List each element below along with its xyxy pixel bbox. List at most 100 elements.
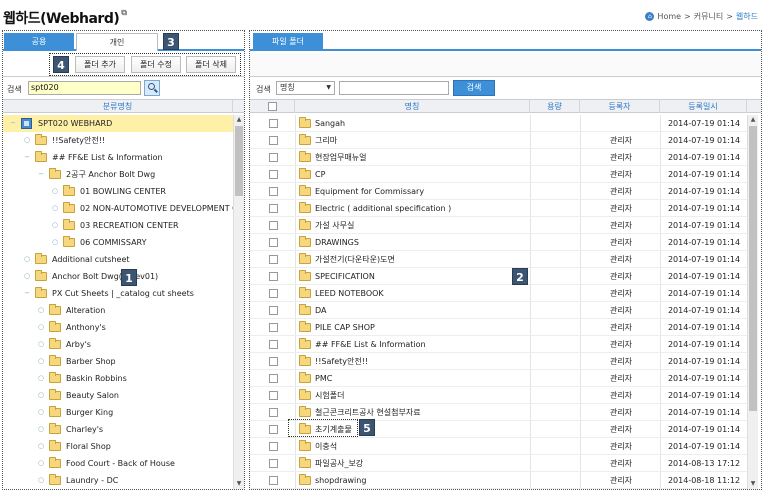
- scroll-down-icon[interactable]: ▼: [748, 479, 758, 489]
- tree-toggle-icon[interactable]: ○: [51, 234, 59, 251]
- file-row[interactable]: shopdrawing 관리자 2014-08-18 11:12: [250, 472, 747, 489]
- row-checkbox[interactable]: [269, 459, 278, 468]
- file-name[interactable]: shopdrawing: [315, 472, 366, 489]
- file-row[interactable]: 이충석 관리자 2014-07-19 01:14: [250, 438, 747, 455]
- scroll-up-icon[interactable]: ▲: [234, 115, 244, 125]
- row-checkbox[interactable]: [269, 306, 278, 315]
- file-name[interactable]: 가설 사무실: [315, 217, 354, 234]
- row-checkbox[interactable]: [269, 170, 278, 179]
- file-row[interactable]: !!Safety안전!! 관리자 2014-07-19 01:14: [250, 353, 747, 370]
- file-name[interactable]: Sangah: [315, 115, 345, 132]
- file-row[interactable]: LEED NOTEBOOK 관리자 2014-07-19 01:14: [250, 285, 747, 302]
- tree-toggle-icon[interactable]: ○: [23, 251, 31, 268]
- tree-toggle-icon[interactable]: ○: [23, 268, 31, 285]
- tree-item[interactable]: ○ Alteration: [3, 302, 233, 319]
- breadcrumb-community[interactable]: 커뮤니티: [694, 11, 723, 22]
- edit-folder-button[interactable]: 폴더 수정: [131, 56, 181, 73]
- file-row[interactable]: PMC 관리자 2014-07-19 01:14: [250, 370, 747, 387]
- file-row[interactable]: PILE CAP SHOP 관리자 2014-07-19 01:14: [250, 319, 747, 336]
- file-name[interactable]: ## FF&E List & Information: [315, 336, 426, 353]
- header-name[interactable]: 명칭: [295, 100, 530, 113]
- tree-item[interactable]: ○ Food Court - Back of House: [3, 455, 233, 472]
- tree-toggle-icon[interactable]: ○: [23, 132, 31, 149]
- file-row[interactable]: 그리마 관리자 2014-07-19 01:14: [250, 132, 747, 149]
- search-field-select[interactable]: 명칭 ▼: [276, 81, 335, 95]
- tree-toggle-icon[interactable]: ○: [37, 336, 45, 353]
- tree-toggle-icon[interactable]: ○: [51, 183, 59, 200]
- tree-toggle-icon[interactable]: ○: [51, 217, 59, 234]
- file-row[interactable]: DA 관리자 2014-07-19 01:14: [250, 302, 747, 319]
- row-checkbox[interactable]: [269, 238, 278, 247]
- tree-item[interactable]: ○ 03 RECREATION CENTER: [3, 217, 233, 234]
- file-row[interactable]: 현장업무매뉴얼 관리자 2014-07-19 01:14: [250, 149, 747, 166]
- file-name[interactable]: 이충석: [315, 438, 337, 455]
- tree-item[interactable]: ○ Anthony's: [3, 319, 233, 336]
- scroll-up-icon[interactable]: ▲: [748, 115, 758, 125]
- file-name[interactable]: Electric ( additional specification ): [315, 200, 451, 217]
- tree-item[interactable]: ○ Barber Shop: [3, 353, 233, 370]
- file-row[interactable]: Equipment for Commissary 관리자 2014-07-19 01…: [250, 183, 747, 200]
- file-name[interactable]: PILE CAP SHOP: [315, 319, 375, 336]
- tree-toggle-icon[interactable]: −: [23, 285, 31, 302]
- tree-toggle-icon[interactable]: −: [23, 149, 31, 166]
- tree-search-button[interactable]: [144, 80, 160, 96]
- tree-item[interactable]: − PX Cut Sheets | _catalog cut sheets: [3, 285, 233, 302]
- tree-header-name[interactable]: 분류명칭: [3, 100, 233, 113]
- tree-toggle-icon[interactable]: ○: [37, 302, 45, 319]
- tree-toggle-icon[interactable]: ○: [37, 319, 45, 336]
- tree-item[interactable]: ○ 02 NON-AUTOMOTIVE DEVELOPMENT C: [3, 200, 233, 217]
- file-search-input[interactable]: [339, 81, 449, 95]
- file-row[interactable]: Sangah 2014-07-19 01:14: [250, 115, 747, 132]
- home-icon[interactable]: ⌂: [645, 12, 655, 21]
- file-scrollbar[interactable]: ▲ ▼: [747, 115, 758, 489]
- file-row[interactable]: 파일공사_보강 관리자 2014-08-13 17:12: [250, 455, 747, 472]
- row-checkbox[interactable]: [269, 442, 278, 451]
- file-search-button[interactable]: 검색: [453, 80, 495, 96]
- header-size[interactable]: 용량: [530, 100, 580, 113]
- row-checkbox[interactable]: [269, 153, 278, 162]
- add-folder-button[interactable]: 폴더 추가: [75, 56, 125, 73]
- tree-root[interactable]: − SPT020 WEBHARD: [3, 115, 233, 132]
- row-checkbox[interactable]: [269, 374, 278, 383]
- tree-item[interactable]: ○ Arby's: [3, 336, 233, 353]
- tree-toggle-icon[interactable]: ○: [51, 200, 59, 217]
- file-name[interactable]: SPECIFICATION: [315, 268, 375, 285]
- file-row[interactable]: DRAWINGS 관리자 2014-07-19 01:14: [250, 234, 747, 251]
- tree-item[interactable]: ○ Floral Shop: [3, 438, 233, 455]
- header-date[interactable]: 등록일시: [660, 100, 747, 113]
- row-checkbox[interactable]: [269, 408, 278, 417]
- file-name[interactable]: 가설전기(다운타운)도면: [315, 251, 395, 268]
- row-checkbox[interactable]: [269, 221, 278, 230]
- row-checkbox[interactable]: [269, 119, 278, 128]
- tree-toggle-icon[interactable]: ○: [37, 353, 45, 370]
- tree-item[interactable]: − ## FF&E List & Information: [3, 149, 233, 166]
- file-name[interactable]: DRAWINGS: [315, 234, 359, 251]
- tree-toggle-icon[interactable]: ○: [37, 438, 45, 455]
- row-checkbox[interactable]: [269, 391, 278, 400]
- tree-toggle-icon[interactable]: −: [9, 115, 17, 132]
- tab-file-folder[interactable]: 파일 폴더: [253, 33, 323, 51]
- tree-item[interactable]: ○ !!Safety안전!!: [3, 132, 233, 149]
- row-checkbox[interactable]: [269, 204, 278, 213]
- file-name[interactable]: 그리마: [315, 132, 337, 149]
- select-all-checkbox[interactable]: [268, 102, 277, 111]
- file-name[interactable]: DA: [315, 302, 327, 319]
- tree-scrollbar[interactable]: ▲ ▼: [233, 115, 244, 489]
- row-checkbox[interactable]: [269, 187, 278, 196]
- file-row[interactable]: Electric ( additional specification ) 관리자…: [250, 200, 747, 217]
- row-checkbox[interactable]: [269, 476, 278, 485]
- file-name[interactable]: LEED NOTEBOOK: [315, 285, 384, 302]
- tree-item[interactable]: − 2공구 Anchor Bolt Dwg: [3, 166, 233, 183]
- file-name[interactable]: 시험폴더: [315, 387, 344, 404]
- tree-item[interactable]: ○ Anchor Bolt Dwg(16rev01): [3, 268, 233, 285]
- breadcrumb-home[interactable]: Home: [657, 12, 681, 21]
- row-checkbox[interactable]: [269, 272, 278, 281]
- tree-toggle-icon[interactable]: ○: [37, 370, 45, 387]
- file-name[interactable]: PMC: [315, 370, 332, 387]
- file-name[interactable]: CP: [315, 166, 325, 183]
- file-name[interactable]: 현장업무매뉴얼: [315, 149, 367, 166]
- row-checkbox[interactable]: [269, 425, 278, 434]
- header-owner[interactable]: 등록자: [580, 100, 660, 113]
- tree-toggle-icon[interactable]: ○: [37, 421, 45, 438]
- scroll-thumb[interactable]: [235, 126, 243, 196]
